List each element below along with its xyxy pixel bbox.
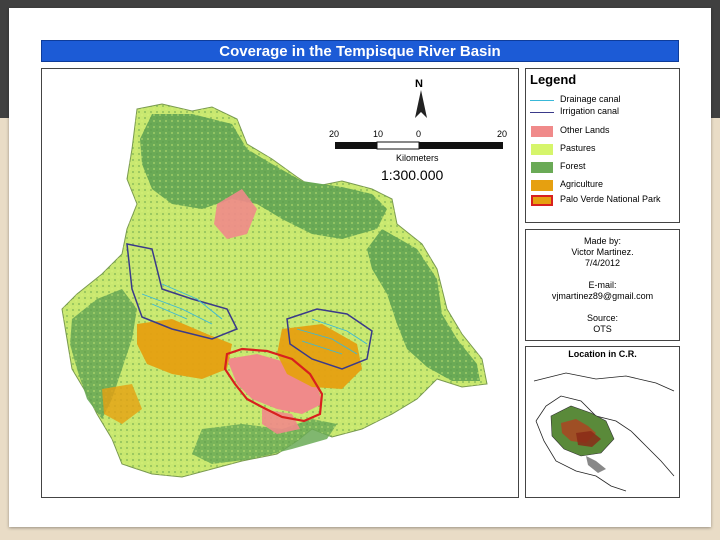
costa-rica-inset-map [533, 372, 675, 492]
scale-tick-10: 10 [373, 129, 384, 139]
legend-item-forest: Forest [526, 160, 679, 174]
legend-label: Palo Verde National Park [560, 194, 661, 204]
legend-label: Irrigation canal [560, 106, 620, 116]
author-name: Victor Martinez. [571, 247, 634, 257]
legend-label: Other Lands [560, 125, 610, 135]
palo-verde-park-swatch [531, 195, 553, 206]
forest-swatch [531, 162, 553, 173]
made-by-label: Made by: [583, 236, 622, 246]
map-date: 7/4/2012 [584, 258, 621, 268]
legend-label: Drainage canal [560, 94, 621, 104]
map-title: Coverage in the Tempisque River Basin [41, 40, 679, 62]
north-arrow-icon [415, 90, 427, 118]
legend-item-palo-verde-park: Palo Verde National Park [526, 193, 679, 207]
legend-label: Agriculture [560, 179, 604, 189]
legend-item-pastures: Pastures [526, 142, 679, 156]
source-name: OTS [593, 324, 612, 334]
scale-tick-0: 0 [416, 129, 422, 139]
email-address: vjmartinez89@gmail.com [551, 291, 654, 301]
location-inset: Location in C.R. [525, 346, 680, 498]
legend-item-other-lands: Other Lands [526, 124, 679, 138]
legend-label: Pastures [560, 143, 596, 153]
credits-panel: Made by: Victor Martinez. 7/4/2012 E-mai… [525, 229, 680, 341]
location-title: Location in C.R. [568, 349, 637, 359]
legend-title: Legend [530, 72, 577, 87]
scale-tick-20-right: 20 [497, 129, 508, 139]
email-label: E-mail: [588, 280, 617, 290]
scale-tick-20-left: 20 [329, 129, 340, 139]
scale-ratio: 1:300.000 [381, 167, 444, 183]
other-lands-swatch [531, 126, 553, 137]
legend-item-irrigation-canal: Irrigation canal [526, 105, 679, 119]
drainage-canal-line-icon [530, 100, 554, 101]
legend-label: Forest [560, 161, 586, 171]
agriculture-swatch [531, 180, 553, 191]
legend-item-agriculture: Agriculture [526, 178, 679, 192]
scale-unit: Kilometers [396, 153, 439, 163]
irrigation-canal-line-icon [530, 112, 554, 113]
legend-panel: Legend Drainage canal Irrigation canal O… [525, 68, 680, 223]
pastures-swatch [531, 144, 553, 155]
source-label: Source: [586, 313, 619, 323]
